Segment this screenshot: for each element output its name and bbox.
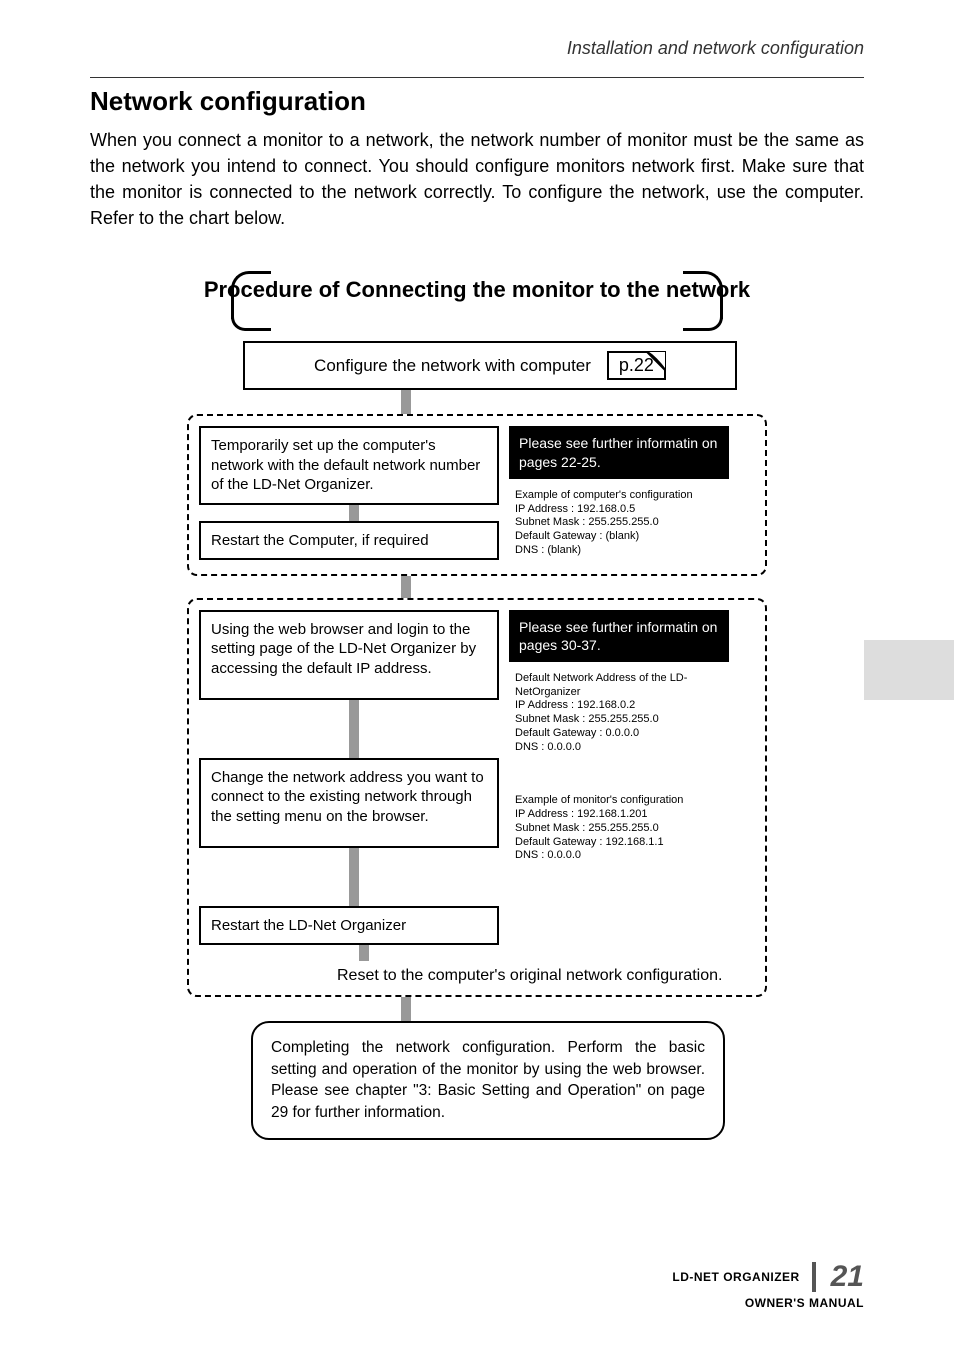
page-title: Network configuration	[90, 86, 864, 117]
note-pages-30-37: Please see further informatin on pages 3…	[509, 610, 729, 662]
page-fold-icon	[646, 351, 666, 371]
footer-subtitle: OWNER'S MANUAL	[672, 1296, 864, 1310]
example-label: Example of monitor's configuration	[515, 794, 683, 806]
intro-paragraph: When you connect a monitor to a network,…	[90, 127, 864, 231]
monitor-config-example: Example of monitor's configuration IP Ad…	[509, 790, 729, 869]
footer-divider	[812, 1262, 816, 1292]
flow-connector	[349, 505, 359, 521]
flow-group-1: Temporarily set up the computer's networ…	[187, 414, 767, 575]
default-label: Default Network Address of the LD-NetOrg…	[515, 672, 687, 698]
flow-connector	[349, 848, 359, 906]
flow-step-reset-config: Reset to the computer's original network…	[337, 961, 755, 985]
flowchart: Configure the network with computer p.22…	[187, 341, 767, 1139]
flow-step-configure-text: Configure the network with computer	[314, 356, 591, 376]
default-network-address: Default Network Address of the LD-NetOrg…	[509, 668, 729, 761]
footer-product: LD-NET ORGANIZER	[672, 1270, 799, 1284]
header-rule	[90, 77, 864, 78]
flow-step-configure: Configure the network with computer p.22	[243, 341, 737, 390]
side-tab	[864, 640, 954, 700]
breadcrumb: Installation and network configuration	[90, 38, 864, 59]
procedure-title: Procedure of Connecting the monitor to t…	[157, 277, 797, 303]
flow-final-note: Completing the network configuration. Pe…	[251, 1021, 725, 1140]
flow-connector	[401, 576, 411, 598]
default-lines: IP Address : 192.168.0.2 Subnet Mask : 2…	[515, 699, 659, 752]
procedure-title-frame: Procedure of Connecting the monitor to t…	[157, 271, 797, 331]
page: Installation and network configuration N…	[0, 0, 954, 1350]
procedure: Procedure of Connecting the monitor to t…	[157, 271, 797, 1139]
flow-step-temp-setup: Temporarily set up the computer's networ…	[199, 426, 499, 505]
example-label: Example of computer's configuration	[515, 489, 693, 501]
flow-step-change-address: Change the network address you want to c…	[199, 758, 499, 848]
note-pages-22-25: Please see further informatin on pages 2…	[509, 426, 729, 478]
computer-config-example: Example of computer's configuration IP A…	[509, 485, 729, 564]
footer: LD-NET ORGANIZER 21 OWNER'S MANUAL	[672, 1260, 864, 1310]
footer-page-number: 21	[831, 1260, 864, 1294]
flow-step-login-browser: Using the web browser and login to the s…	[199, 610, 499, 700]
flow-connector	[349, 700, 359, 758]
flow-connector	[359, 945, 369, 961]
flow-connector	[401, 997, 411, 1021]
flow-step-restart-computer: Restart the Computer, if required	[199, 521, 499, 561]
example-lines: IP Address : 192.168.1.201 Subnet Mask :…	[515, 808, 664, 861]
flow-connector	[401, 390, 411, 414]
page-ref-box: p.22	[607, 351, 666, 380]
example-lines: IP Address : 192.168.0.5 Subnet Mask : 2…	[515, 503, 659, 556]
flow-step-restart-organizer: Restart the LD-Net Organizer	[199, 906, 499, 946]
flow-group-2: Using the web browser and login to the s…	[187, 598, 767, 998]
